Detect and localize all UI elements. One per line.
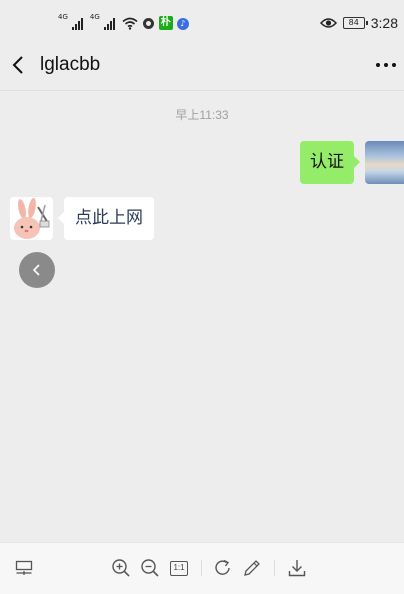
network-type-1: 4G — [58, 13, 68, 21]
header-divider — [0, 90, 404, 91]
toolbar-separator — [201, 560, 202, 576]
app-notification-icon — [142, 17, 155, 30]
app-badge-icon: 朴 — [158, 16, 173, 30]
chevron-left-icon — [32, 264, 40, 276]
more-button[interactable] — [372, 54, 400, 76]
sent-message-bubble[interactable]: 认证 — [300, 141, 360, 184]
pencil-icon — [244, 560, 260, 576]
zoom-out-icon — [141, 559, 159, 577]
more-dots-icon — [376, 63, 396, 67]
signal-icon-2 — [103, 17, 115, 30]
received-message-bubble[interactable]: 点此上网 — [58, 197, 154, 240]
bottom-toolbar: 1:1 — [0, 542, 404, 594]
download-button[interactable] — [286, 557, 308, 579]
wifi-icon — [122, 17, 138, 30]
actual-size-icon: 1:1 — [170, 560, 188, 576]
download-icon — [288, 560, 306, 577]
chat-title: lglacbb — [40, 54, 101, 75]
layout-icon — [15, 560, 33, 575]
layout-button[interactable] — [13, 557, 35, 579]
toolbar-separator-2 — [274, 560, 275, 576]
rotate-icon — [215, 559, 230, 575]
rotate-button[interactable] — [212, 557, 234, 579]
signal-icon — [71, 17, 83, 30]
floating-back-button[interactable] — [19, 252, 55, 288]
network-type-2: 4G — [89, 13, 100, 21]
eye-comfort-icon — [319, 17, 337, 29]
chat-header: lglacbb — [0, 46, 404, 90]
status-bar-right: 84 3:28 — [319, 14, 398, 32]
back-button[interactable] — [8, 54, 30, 76]
message-timestamp: 早上11:33 — [175, 108, 229, 122]
status-bar: 4G 4G 朴 ♪ 84 3:28 — [0, 0, 404, 46]
status-bar-left: 4G 4G 朴 ♪ — [58, 14, 189, 30]
my-avatar[interactable] — [365, 141, 404, 184]
chevron-left-icon — [12, 56, 23, 74]
zoom-out-button[interactable] — [139, 557, 161, 579]
contact-avatar[interactable] — [10, 197, 53, 240]
zoom-in-button[interactable] — [110, 557, 132, 579]
zoom-in-icon — [112, 559, 130, 577]
music-icon: ♪ — [176, 18, 189, 30]
edit-button[interactable] — [241, 557, 263, 579]
battery-icon: 84 — [342, 17, 368, 29]
rabbit-avatar-icon — [10, 197, 53, 240]
status-time: 3:28 — [370, 15, 398, 31]
actual-size-button[interactable]: 1:1 — [168, 557, 190, 579]
